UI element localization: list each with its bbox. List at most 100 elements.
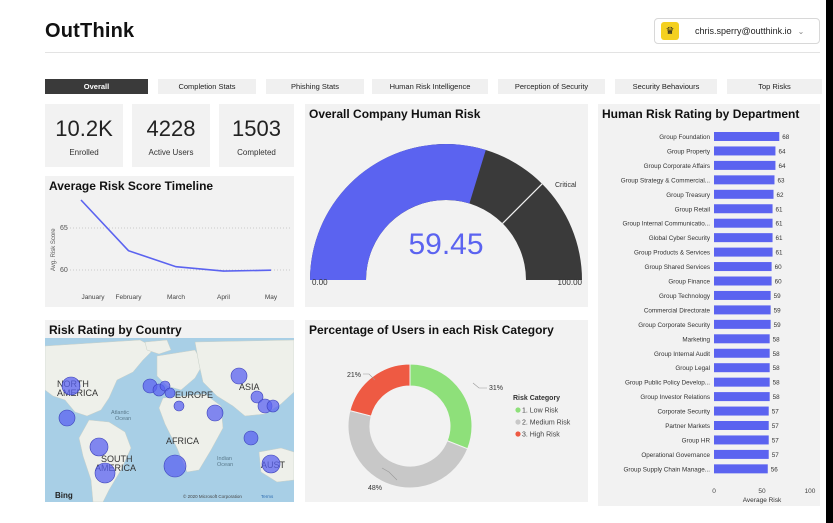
donut-slice [409,363,473,450]
country-bubble [173,400,185,412]
dept-value-label: 57 [772,452,780,459]
tab-overall[interactable]: Overall [45,79,148,94]
legend-item: 1. Low Risk [522,408,559,415]
timeline-ylabel: Avg. Risk Score [51,228,57,271]
timeline-chart: Avg. Risk Score 65 60 January February Mar… [51,199,291,301]
tab-completion-stats[interactable]: Completion Stats [158,79,256,94]
country-bubble [89,437,109,457]
dept-category-label: Global Cyber Security [649,235,711,242]
kpi-card-enrolled: 10.2K Enrolled [45,104,123,167]
dept-bar [714,305,771,315]
kpi-label: Enrolled [69,148,99,157]
map-label-atlantic-line2: Ocean [115,416,131,422]
dept-category-label: Group Property [667,148,711,155]
dept-value-label: 59 [774,307,782,314]
tab-top-risks[interactable]: Top Risks [727,79,822,94]
dept-category-label: Operational Governance [641,452,710,459]
dept-bar [714,204,773,214]
dept-value-label: 58 [773,365,781,372]
dept-value-label: 64 [778,163,786,170]
timeline-xtick: May [265,294,278,301]
donut-legend-title: Risk Category [513,395,560,402]
gauge-chart-card: Overall Company Human Risk 59.45 0.00 10… [305,104,588,307]
dept-bar [714,464,768,474]
timeline-chart-card: Average Risk Score Timeline Avg. Risk Sc… [45,176,294,307]
legend-item: 3. High Risk [522,432,560,439]
dept-category-label: Group Internal Audit [654,351,710,358]
dashboard-app: OutThink ♛ chris.sperry@outthink.io ⌄ Ov… [0,0,826,523]
dept-bar [714,160,776,170]
country-bubble [164,387,176,399]
country-bubble [163,454,187,478]
tab-phishing-stats[interactable]: Phishing Stats [266,79,364,94]
donut-chart-card: Percentage of Users in each Risk Categor… [305,320,588,502]
world-map[interactable]: NORTH AMERICA EUROPE ASIA AFRICA SOUTH A… [45,320,294,502]
dept-bar [714,421,769,430]
dept-value-label: 59 [774,293,782,300]
dept-xlabel: Average Risk [743,497,782,504]
dept-value-label: 57 [772,409,780,416]
gauge-max-label: 100.00 [558,278,583,287]
kpi-label: Active Users [148,148,194,157]
map-label-africa: AFRICA [166,436,199,446]
dept-value-label: 61 [776,235,784,242]
chevron-down-icon: ⌄ [797,26,805,36]
dept-category-label: Group Corporate Security [638,322,711,329]
dept-bar [714,435,769,445]
dept-category-label: Group Legal [675,365,710,372]
dept-value-label: 61 [776,206,784,213]
timeline-ytick: 60 [60,267,68,274]
map-terms-link[interactable]: Terms [261,494,274,499]
report-tabs: Overall Completion Stats Phishing Stats … [45,79,825,95]
timeline-xtick: February [115,294,142,301]
dept-category-label: Group Treasury [666,192,711,199]
donut-chart: 31% 48% 21% Risk Category 1. Low Risk 2. … [347,363,571,492]
tab-human-risk-intelligence[interactable]: Human Risk Intelligence [372,79,488,94]
user-menu[interactable]: ♛ chris.sperry@outthink.io ⌄ [654,18,820,44]
legend-swatch [515,419,521,425]
timeline-xticks: January February March April May [81,294,277,301]
dept-value-label: 68 [782,134,790,141]
dept-bar [714,132,780,141]
donut-label-medium: 48% [368,485,382,492]
dept-bar [714,334,770,344]
dept-xtick: 50 [758,488,766,495]
country-bubble [61,376,81,396]
country-bubble [94,462,116,484]
dept-bar [714,276,772,286]
top-bar: OutThink ♛ chris.sperry@outthink.io ⌄ [0,0,826,54]
dept-category-label: Group Foundation [659,134,710,141]
gauge-value: 59.45 [408,228,483,261]
country-bubble [206,404,224,422]
country-bubble [261,454,281,474]
dept-bar [714,146,776,156]
dept-category-label: Group Internal Communicatio... [623,221,711,228]
dept-value-label: 59 [774,322,782,329]
dept-bar [714,290,771,300]
dept-chart-card: Human Risk Rating by Department Group Fo… [598,104,820,506]
legend-swatch [515,431,521,437]
dept-value-label: 61 [776,250,784,257]
timeline-ytick: 65 [60,225,68,232]
app-title: OutThink [45,20,135,42]
dept-category-label: Group Finance [668,279,710,286]
dept-xtick: 0 [712,488,716,495]
dept-bar [714,175,775,185]
tab-security-behaviours[interactable]: Security Behaviours [615,79,717,94]
donut-label-low: 31% [489,385,503,392]
dept-value-label: 58 [773,336,781,343]
dept-category-label: Group Supply Chain Manage... [624,466,711,473]
dept-value-label: 60 [775,264,783,271]
dept-bar [714,233,773,243]
dept-bar [714,392,770,402]
map-label-atlantic: Atlantic Ocean [111,410,131,422]
country-bubble [58,409,76,427]
tab-perception-of-security[interactable]: Perception of Security [498,79,605,94]
dept-value-label: 57 [772,437,780,444]
kpi-card-completed: 1503 Completed [219,104,294,167]
dept-category-label: Marketing [682,336,710,343]
dept-bar-chart: Group Foundation 68 Group Property 64 Group … [621,132,816,504]
user-avatar-icon: ♛ [661,22,679,40]
dept-value-label: 63 [777,177,785,184]
dept-value-label: 57 [772,423,780,430]
